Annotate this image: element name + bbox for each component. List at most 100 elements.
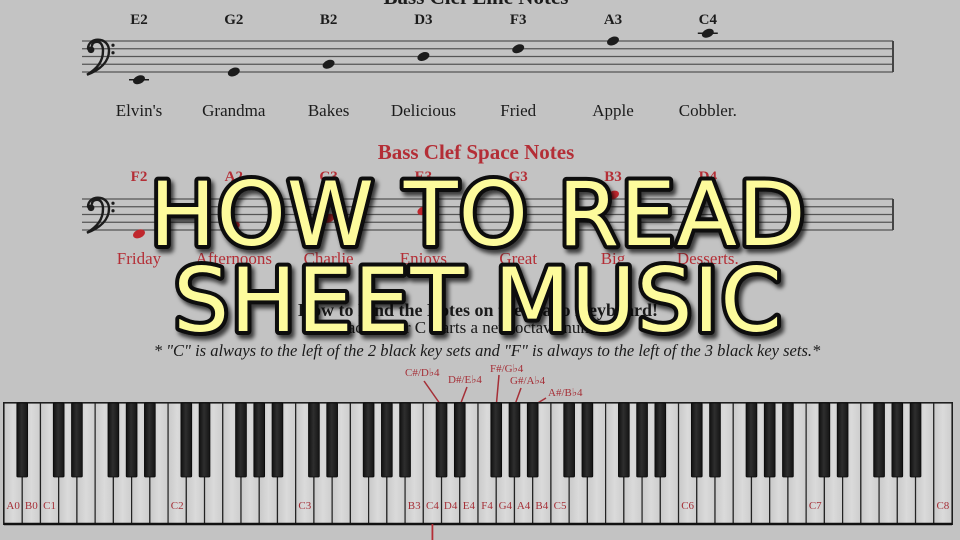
black-key-d-sharp3[interactable] — [326, 402, 338, 478]
key-label-b0: B0 — [25, 500, 38, 512]
staff-note: F3 Fried — [500, 12, 536, 120]
sheet-music-thumbnail: Bass Clef Line Notes E2 Elvin's G2 Grandma B… — [3, 0, 953, 540]
sharp-callout-label: G#/A♭4 — [510, 375, 546, 387]
line-notes-section: Bass Clef Line Notes E2 Elvin's G2 Grandma B… — [82, 0, 894, 120]
mnemonic-word: Apple — [592, 101, 634, 120]
key-label-d4: D4 — [444, 500, 458, 512]
note-name-label: B2 — [320, 12, 338, 28]
key-label-b3: B3 — [408, 500, 421, 512]
title-line-2: SHEET MUSIC — [173, 249, 783, 352]
black-key-g-sharp7[interactable] — [891, 402, 904, 478]
bass-clef-icon — [86, 196, 115, 234]
line-notes-heading: Bass Clef Line Notes — [384, 0, 569, 9]
note-name-label: F2 — [131, 169, 148, 185]
black-key-a-sharp7[interactable] — [909, 402, 922, 478]
black-key-f-sharp5[interactable] — [618, 402, 630, 478]
mnemonic-word: Delicious — [391, 101, 456, 120]
black-key-d-sharp4[interactable] — [453, 402, 466, 478]
mnemonic-word: Elvin's — [116, 101, 163, 120]
black-key-g-sharp6[interactable] — [763, 402, 776, 478]
sharp-callout-label: F#/G♭4 — [490, 363, 524, 375]
key-label-a0: A0 — [6, 500, 20, 512]
black-key-c-sharp7[interactable] — [818, 402, 831, 478]
bass-clef-icon — [86, 38, 115, 76]
note-name-label: G2 — [224, 12, 243, 28]
note-name-label: F3 — [510, 12, 527, 28]
black-key-f-sharp3[interactable] — [362, 402, 375, 478]
sharp-callout-label: D#/E♭4 — [448, 374, 482, 386]
staff-note: C4 Cobbler. — [679, 12, 737, 120]
black-key-g-sharp2[interactable] — [253, 402, 266, 478]
key-label-c5: C5 — [554, 500, 567, 512]
key-label-c7: C7 — [809, 500, 822, 512]
mnemonic-word: Bakes — [308, 101, 350, 120]
staff-note: G2 Grandma — [202, 12, 266, 120]
note-head — [227, 67, 240, 77]
mnemonic-word: Grandma — [202, 101, 266, 120]
black-key-a-sharp1[interactable] — [144, 402, 156, 478]
note-head — [133, 75, 145, 85]
note-name-label: A3 — [604, 12, 622, 28]
key-label-c8: C8 — [936, 500, 949, 512]
black-key-f-sharp2[interactable] — [235, 402, 247, 478]
key-label-c6: C6 — [681, 500, 694, 512]
black-key-c-sharp2[interactable] — [180, 402, 193, 478]
black-key-c-sharp1[interactable] — [52, 402, 65, 478]
note-name-label: D3 — [414, 12, 432, 28]
black-key-a-sharp3[interactable] — [399, 402, 411, 478]
sharp-callout: C#/D♭4 — [405, 367, 443, 407]
key-label-c4: C4 — [426, 500, 439, 512]
key-label-c2: C2 — [171, 500, 184, 512]
sharp-callouts: C#/D♭4 D#/E♭4 F#/G♭4G#/A♭4A#/B♭4 — [405, 363, 583, 407]
sharp-callout-label: A#/B♭4 — [548, 387, 583, 399]
black-key-g-sharp5[interactable] — [636, 402, 648, 478]
black-key-d-sharp5[interactable] — [581, 402, 594, 478]
note-head — [322, 59, 335, 69]
black-key-c-sharp6[interactable] — [690, 402, 703, 478]
black-key-a-sharp6[interactable] — [782, 402, 794, 478]
sharp-callout-pointer — [495, 374, 500, 407]
black-key-a-sharp5[interactable] — [654, 402, 667, 478]
black-key-d-sharp2[interactable] — [198, 402, 211, 478]
black-key-c-sharp5[interactable] — [563, 402, 575, 478]
key-label-e4: E4 — [463, 500, 476, 512]
mnemonic-word: Cobbler. — [679, 101, 737, 120]
staff-note: E2 Elvin's — [116, 12, 163, 120]
key-label-c1: C1 — [43, 500, 56, 512]
key-label-b4: B4 — [535, 500, 548, 512]
black-key-f-sharp4[interactable] — [490, 402, 503, 478]
black-key-a-sharp4[interactable] — [526, 402, 539, 478]
key-label-a4: A4 — [517, 500, 531, 512]
black-key-g-sharp3[interactable] — [381, 402, 393, 478]
staff-note: B2 Bakes — [308, 12, 350, 120]
note-head — [607, 36, 619, 46]
staff-note: D3 Delicious — [391, 12, 456, 120]
note-head — [512, 44, 525, 54]
key-label-g4: G4 — [499, 500, 513, 512]
sharp-callout-label: C#/D♭4 — [405, 367, 440, 379]
black-key-g-sharp4[interactable] — [508, 402, 521, 478]
note-name-label: C4 — [699, 12, 718, 28]
piano-keyboard: A0 B0 C1 C2 C3 B3 C4 D4 E4 F4 G4 A4 B4 C5 C6 C7 C8 — [3, 402, 953, 540]
black-key-c-sharp4[interactable] — [435, 402, 448, 478]
mnemonic-word: Fried — [500, 101, 536, 120]
key-label-c3: C3 — [298, 500, 311, 512]
black-key-a-sharp2[interactable] — [271, 402, 284, 478]
black-key-d-sharp1[interactable] — [71, 402, 83, 478]
black-key-c-sharp3[interactable] — [308, 402, 320, 478]
note-name-label: E2 — [130, 12, 148, 28]
note-head — [701, 28, 714, 38]
space-notes-heading: Bass Clef Space Notes — [378, 140, 575, 164]
black-key-g-sharp1[interactable] — [125, 402, 138, 478]
black-key-d-sharp6[interactable] — [709, 402, 721, 478]
black-key-f-sharp6[interactable] — [745, 402, 758, 478]
line-notes-staff: E2 Elvin's G2 Grandma B2 Bakes D3 Delicious F3 Fr… — [82, 12, 894, 120]
black-key-f-sharp1[interactable] — [107, 402, 120, 478]
note-head — [417, 52, 430, 61]
title-overlay: HOW TO READ SHEET MUSIC — [145, 159, 809, 356]
black-key-a-sharp0[interactable] — [16, 402, 29, 478]
black-key-d-sharp7[interactable] — [836, 402, 849, 478]
black-key-f-sharp7[interactable] — [873, 402, 885, 478]
staff-note: A3 Apple — [592, 12, 634, 120]
sharp-callout: D#/E♭4 — [448, 374, 482, 407]
